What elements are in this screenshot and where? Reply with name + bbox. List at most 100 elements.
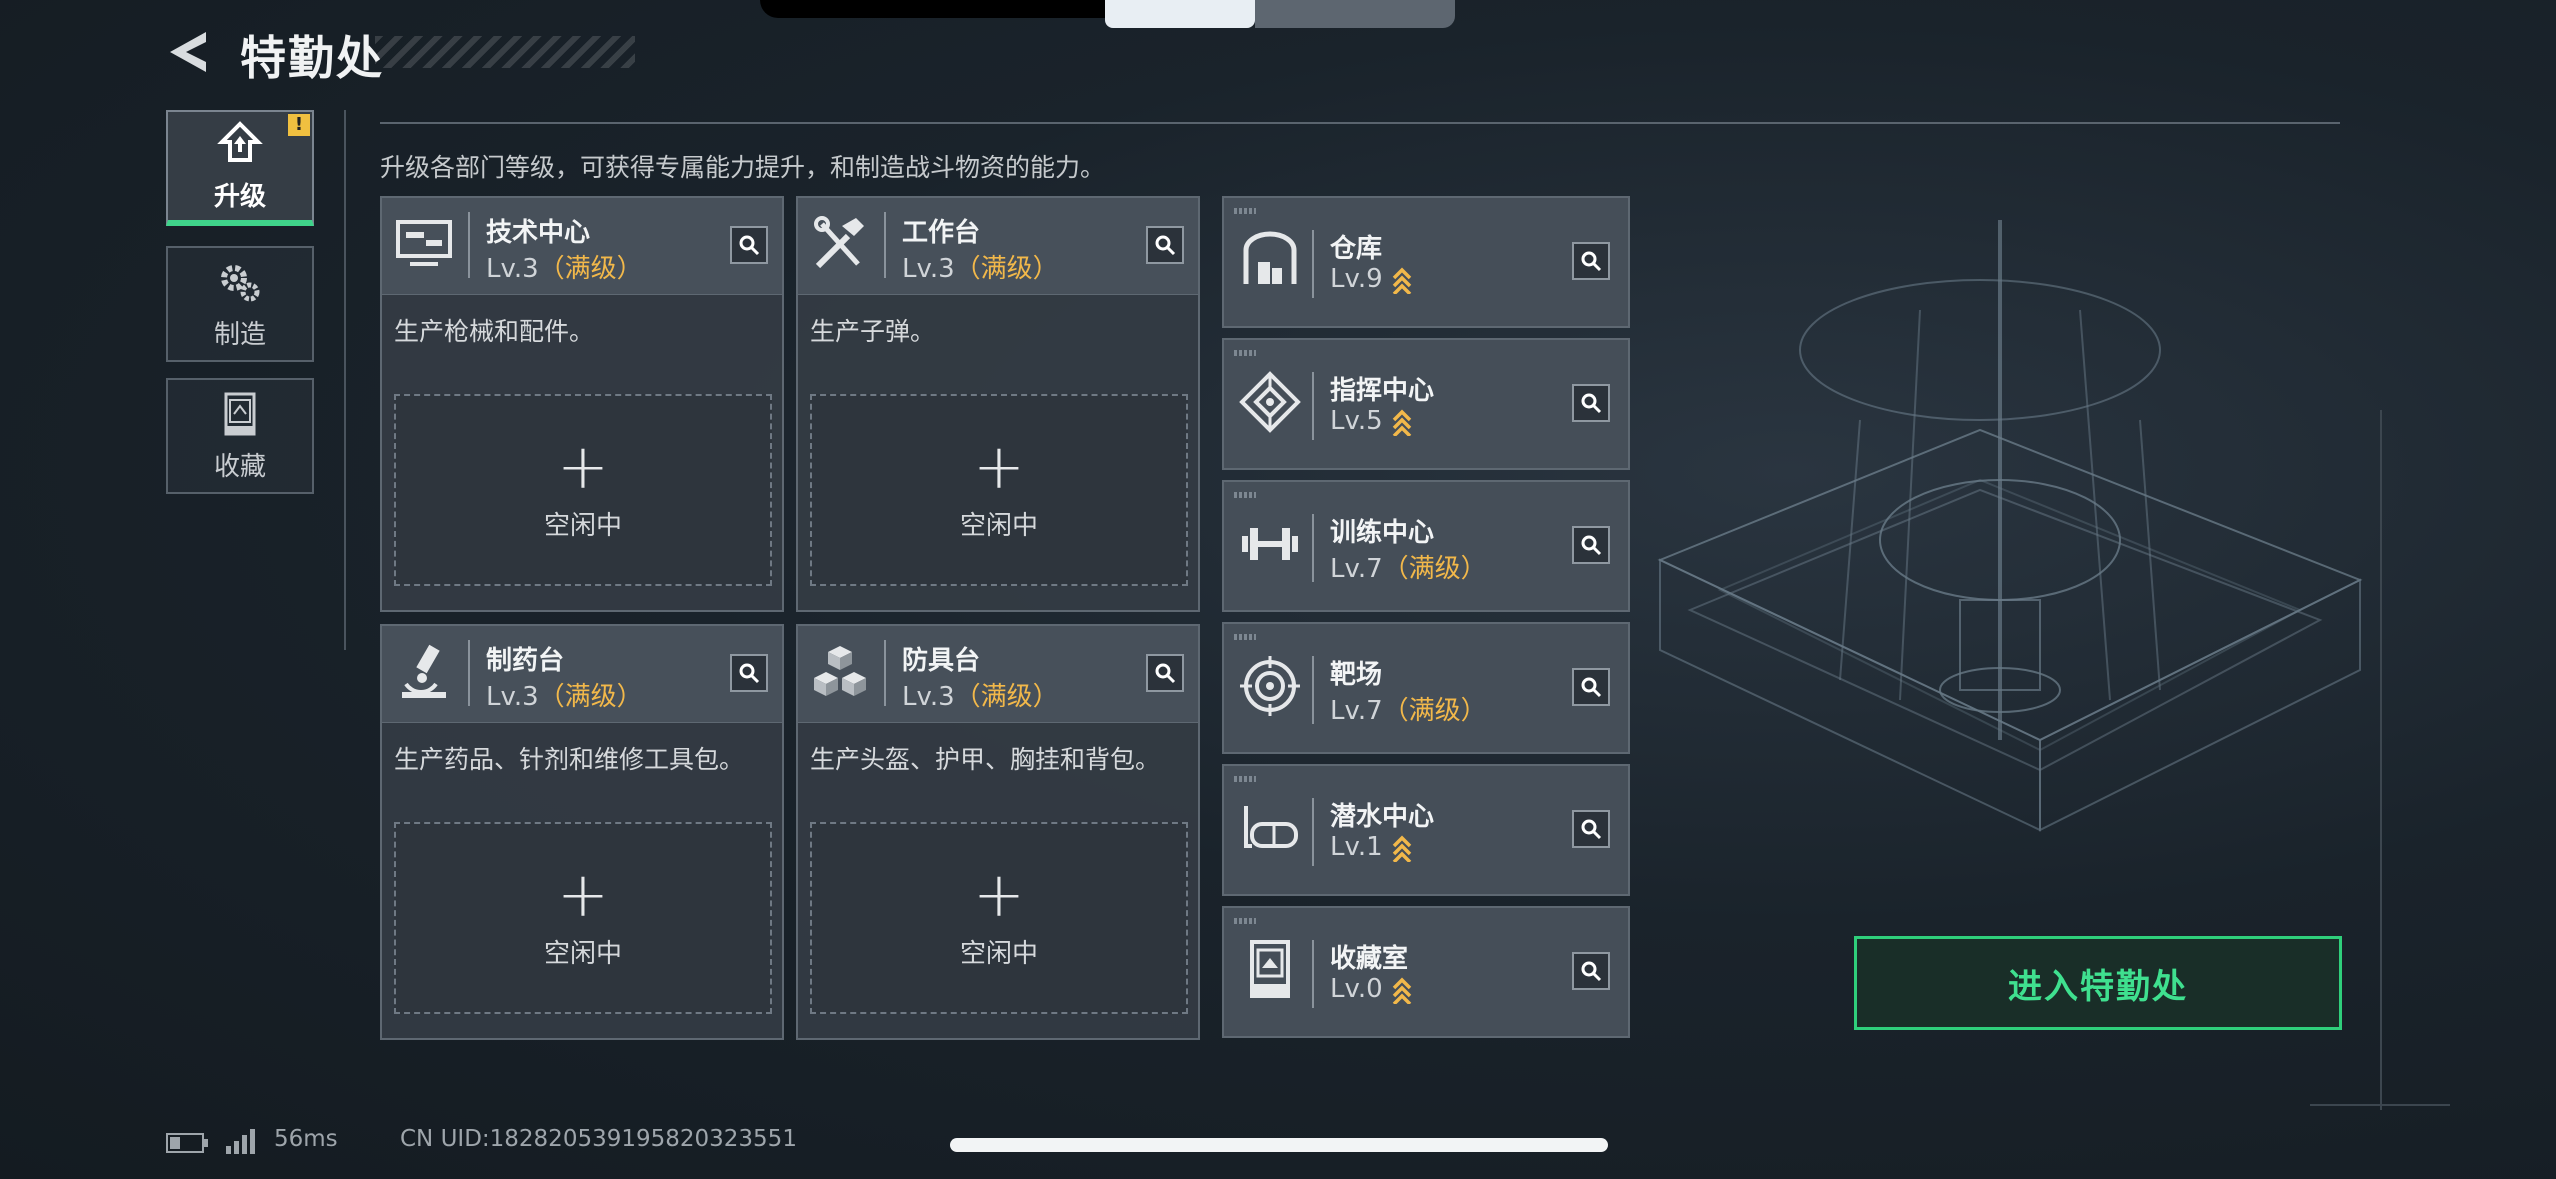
production-slot[interactable]: + 空闲中 [810, 822, 1188, 1014]
facility-level: Lv.9 [1330, 264, 1413, 294]
deco-line [2310, 1104, 2450, 1106]
facility-card-collection-room[interactable]: 收藏室 Lv.0 [1222, 906, 1630, 1038]
search-button[interactable] [1572, 384, 1610, 422]
cubes-icon [814, 646, 866, 696]
deco-line [2380, 410, 2382, 1110]
magnifier-icon [739, 235, 760, 256]
upgrade-chevron-icon [1392, 409, 1411, 436]
back-arrow-icon[interactable] [166, 28, 214, 76]
tab-craft-label: 制造 [213, 319, 266, 350]
search-button[interactable] [1572, 668, 1610, 706]
warehouse-icon [1243, 231, 1297, 284]
department-name: 防具台 [902, 646, 981, 676]
department-level: Lv.3（满级） [486, 254, 643, 284]
tab-upgrade-label: 升级 [213, 181, 266, 212]
target-icon [1240, 656, 1300, 716]
facility-level: Lv.7（满级） [1330, 696, 1487, 726]
base-hologram-art [1657, 220, 2363, 832]
production-slot[interactable]: + 空闲中 [810, 394, 1188, 586]
tab-craft[interactable]: 制造 [166, 246, 314, 362]
facility-name: 潜水中心 [1330, 802, 1435, 832]
facility-name: 收藏室 [1330, 944, 1409, 974]
slot-status: 空闲中 [543, 510, 622, 541]
user-id: CN UID:182820539195820323551 [400, 1126, 797, 1152]
home-indicator[interactable] [950, 1138, 1608, 1152]
department-name: 工作台 [902, 218, 981, 248]
top-pill-light [1105, 0, 1255, 28]
search-button[interactable] [1572, 952, 1610, 990]
facility-name: 仓库 [1330, 234, 1383, 264]
production-slot[interactable]: + 空闲中 [394, 822, 772, 1014]
alert-badge: ! [288, 114, 310, 136]
tab-upgrade[interactable]: ! 升级 [166, 110, 314, 226]
top-pill-dark [1255, 0, 1455, 28]
magnifier-icon [1581, 961, 1602, 982]
facility-card-training-center[interactable]: 训练中心 Lv.7（满级） [1222, 480, 1630, 612]
max-level-tag: （满级） [1382, 696, 1487, 726]
facility-level: Lv.5 [1330, 406, 1413, 436]
department-card-pharmacy[interactable]: 制药台 Lv.3（满级） 生产药品、针剂和维修工具包。 + 空闲中 [380, 624, 784, 1040]
diving-mask-icon [1244, 806, 1298, 848]
department-card-workbench[interactable]: 工作台 Lv.3（满级） 生产子弹。 + 空闲中 [796, 196, 1200, 612]
department-card-armor-bench[interactable]: 防具台 Lv.3（满级） 生产头盔、护甲、胸挂和背包。 + 空闲中 [796, 624, 1200, 1040]
search-button[interactable] [730, 226, 768, 264]
facility-name: 指挥中心 [1330, 376, 1435, 406]
tab-collection[interactable]: 收藏 [166, 378, 314, 494]
tab-collection-label: 收藏 [213, 451, 266, 482]
signal-icon [226, 1129, 255, 1154]
plus-icon: + [973, 429, 1025, 503]
command-icon [1239, 371, 1301, 433]
microscope-icon [402, 644, 446, 698]
magnifier-icon [739, 663, 760, 684]
computer-icon [396, 220, 452, 266]
department-name: 制药台 [486, 646, 565, 676]
search-button[interactable] [1572, 242, 1610, 280]
facility-name: 训练中心 [1330, 518, 1435, 548]
slot-status: 空闲中 [959, 938, 1038, 969]
magnifier-icon [1155, 235, 1176, 256]
search-button[interactable] [1146, 654, 1184, 692]
plus-icon: + [973, 857, 1025, 931]
department-description: 生产头盔、护甲、胸挂和背包。 [810, 745, 1161, 774]
search-button[interactable] [1572, 526, 1610, 564]
display-case-icon [1250, 940, 1290, 998]
enter-special-ops-button[interactable]: 进入特勤处 [1854, 936, 2342, 1030]
production-slot[interactable]: + 空闲中 [394, 394, 772, 586]
facility-card-shooting-range[interactable]: 靶场 Lv.7（满级） [1222, 622, 1630, 754]
plus-icon: + [557, 857, 609, 931]
magnifier-icon [1155, 663, 1176, 684]
plus-icon: + [557, 429, 609, 503]
magnifier-icon [1581, 535, 1602, 556]
max-level-tag: （满级） [538, 254, 643, 284]
search-button[interactable] [1146, 226, 1184, 264]
department-card-tech-center[interactable]: 技术中心 Lv.3（满级） 生产枪械和配件。 + 空闲中 [380, 196, 784, 612]
facility-name: 靶场 [1330, 660, 1383, 690]
max-level-tag: （满级） [954, 254, 1059, 284]
magnifier-icon [1581, 393, 1602, 414]
facility-level: Lv.7（满级） [1330, 554, 1487, 584]
collection-icon [224, 392, 256, 435]
upgrade-chevron-icon [1392, 267, 1411, 294]
facility-card-diving-center[interactable]: 潜水中心 Lv.1 [1222, 764, 1630, 896]
slot-status: 空闲中 [959, 510, 1038, 541]
divider [344, 110, 346, 650]
upgrade-chevron-icon [1392, 835, 1411, 862]
department-level: Lv.3（满级） [486, 682, 643, 712]
search-button[interactable] [1572, 810, 1610, 848]
department-description: 生产药品、针剂和维修工具包。 [394, 745, 745, 774]
department-description: 生产枪械和配件。 [394, 317, 595, 346]
department-description: 生产子弹。 [810, 317, 936, 346]
page-title: 特勤处 [240, 31, 384, 85]
upgrade-icon [217, 120, 263, 162]
section-description: 升级各部门等级，可获得专属能力提升，和制造战斗物资的能力。 [380, 153, 1106, 182]
max-level-tag: （满级） [954, 682, 1059, 712]
department-level: Lv.3（满级） [902, 682, 1059, 712]
ping-readout: 56ms [274, 1126, 338, 1152]
dumbbell-icon [1242, 528, 1298, 560]
slot-status: 空闲中 [543, 938, 622, 969]
facility-level: Lv.0 [1330, 974, 1413, 1004]
facility-card-warehouse[interactable]: 仓库 Lv.9 [1222, 196, 1630, 328]
header-line [380, 122, 2340, 124]
facility-card-command-center[interactable]: 指挥中心 Lv.5 [1222, 338, 1630, 470]
search-button[interactable] [730, 654, 768, 692]
